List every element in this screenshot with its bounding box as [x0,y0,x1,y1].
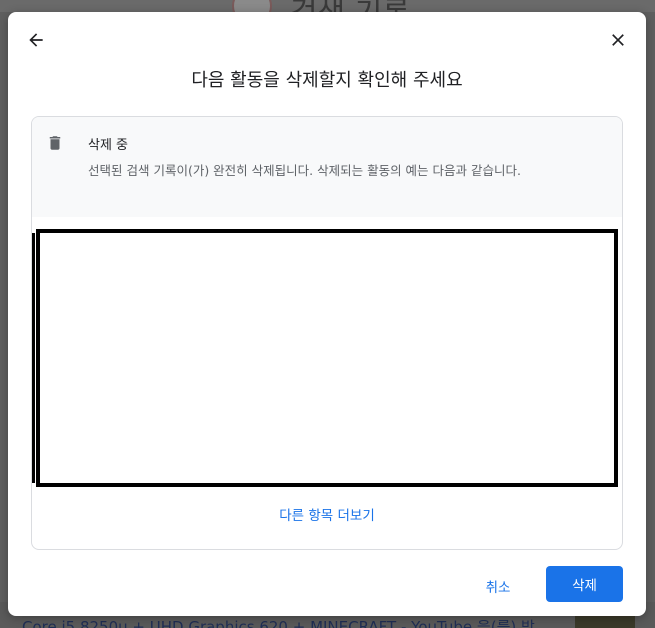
card-description: 선택된 검색 기록이(가) 완전히 삭제됩니다. 삭제되는 활동의 예는 다음과… [88,163,521,178]
arrow-left-icon [29,33,43,47]
close-button[interactable] [604,26,632,54]
back-button[interactable] [22,26,50,54]
backdrop-thumbnail [575,614,635,628]
delete-button[interactable]: 삭제 [546,566,623,602]
card-header: 삭제 중 선택된 검색 기록이(가) 완전히 삭제됩니다. 삭제되는 활동의 예… [32,117,622,217]
backdrop-footer-text: Core i5 8250u + UHD Graphics 620 + MINEC… [22,618,535,628]
trash-icon [49,136,61,150]
card-heading: 삭제 중 [88,138,129,153]
show-more-link[interactable]: 다른 항목 더보기 [32,504,622,524]
deletion-summary-card: 삭제 중 선택된 검색 기록이(가) 완전히 삭제됩니다. 삭제되는 활동의 예… [31,116,623,550]
confirm-delete-dialog: 다음 활동을 삭제할지 확인해 주세요 삭제 중 선택된 검색 기록이(가) 완… [8,12,646,616]
close-icon [612,34,624,46]
cancel-button[interactable]: 취소 [470,569,526,603]
dialog-title: 다음 활동을 삭제할지 확인해 주세요 [191,70,463,91]
activity-preview [32,229,618,487]
